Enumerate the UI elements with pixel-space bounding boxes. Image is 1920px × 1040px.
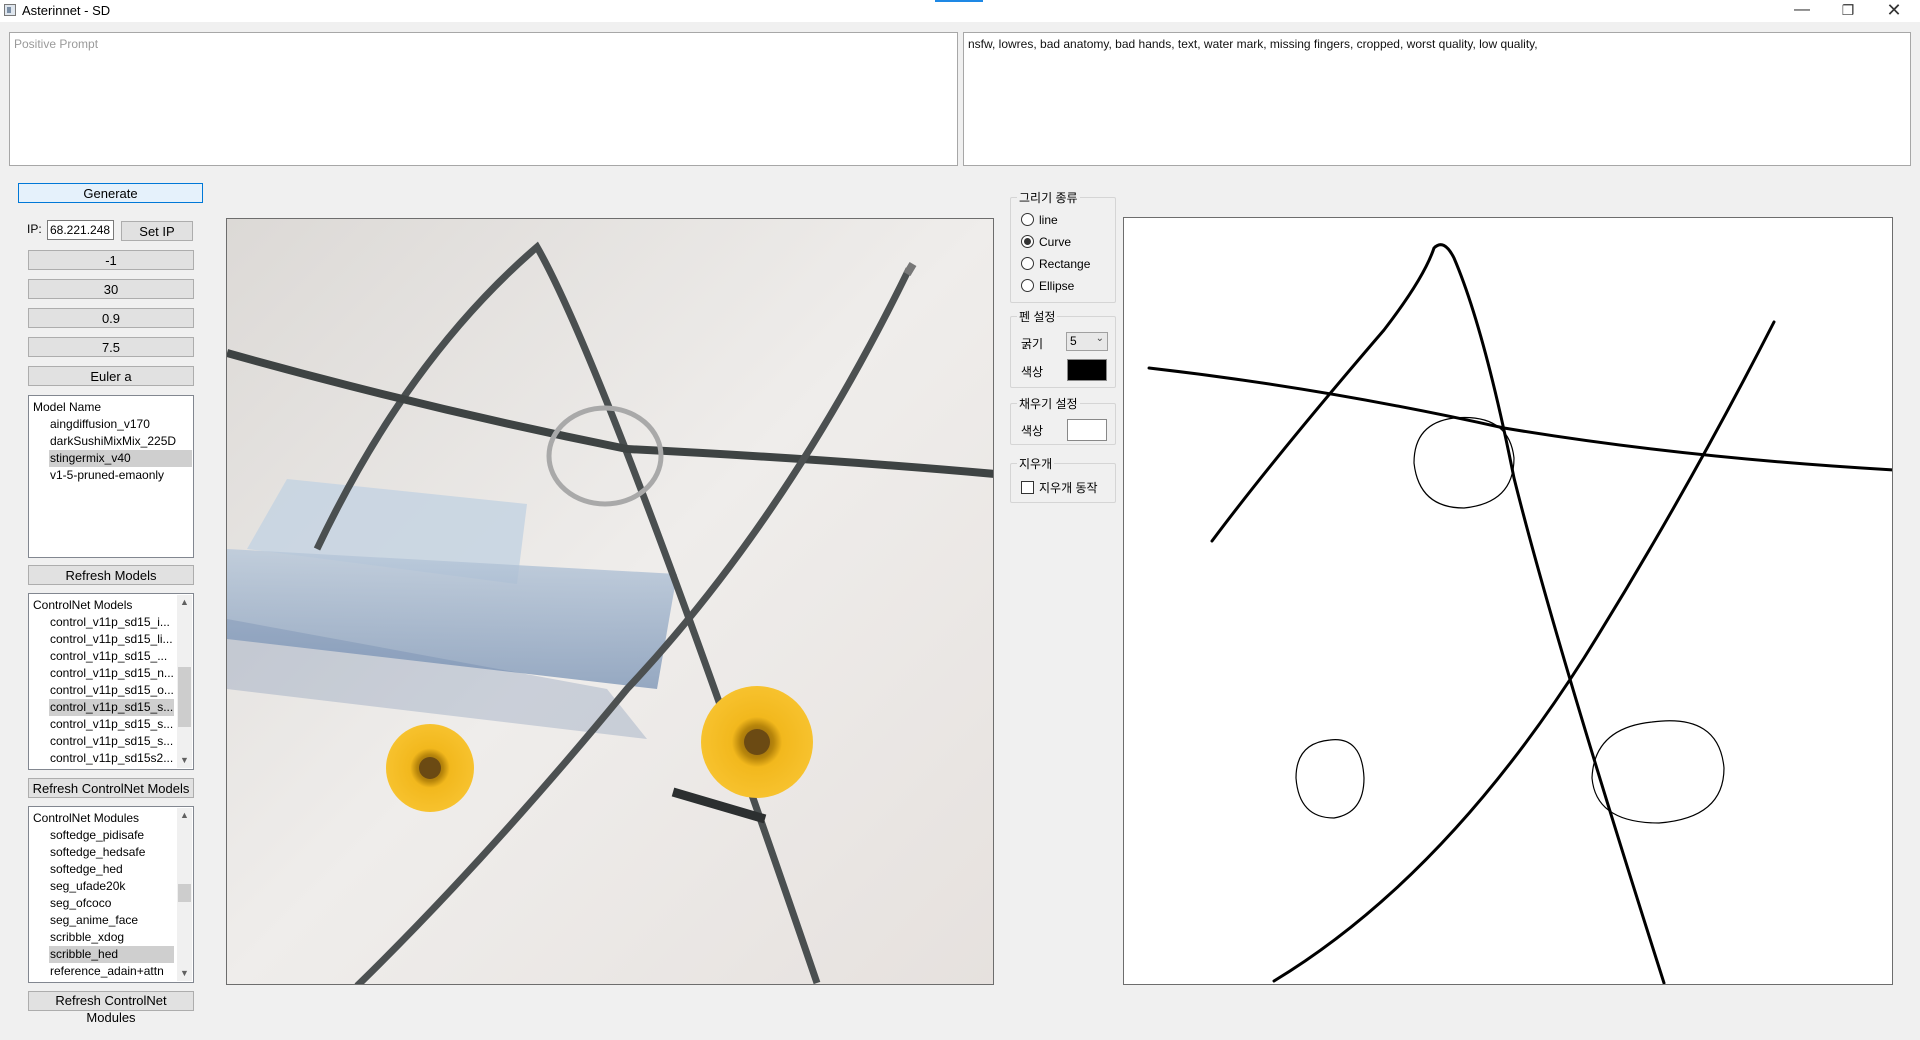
controlnet-models-scrollbar[interactable]: ▲ ▼ — [177, 595, 192, 768]
app-icon — [4, 4, 16, 16]
drawing-canvas[interactable] — [1123, 217, 1893, 985]
list-item[interactable]: seg_ufade20k — [50, 878, 174, 895]
positive-prompt-input[interactable] — [9, 32, 958, 166]
pen-size-value: 5 — [1070, 334, 1077, 348]
cfg-field[interactable]: 7.5 — [28, 337, 194, 357]
list-item[interactable]: aingdiffusion_v170 — [50, 416, 150, 433]
negative-prompt-input[interactable] — [963, 32, 1911, 166]
controlnet-models-list[interactable]: ControlNet Models control_v11p_sd15_i...… — [28, 593, 194, 770]
controlnet-modules-scrollbar[interactable]: ▲ ▼ — [177, 808, 192, 981]
list-item[interactable]: scribble_xdog — [50, 929, 174, 946]
scroll-down-icon[interactable]: ▼ — [177, 966, 192, 981]
fill-settings-title: 채우기 설정 — [1017, 395, 1080, 412]
list-item[interactable]: control_v11p_sd15_o... — [50, 682, 174, 699]
generated-image — [226, 218, 994, 985]
sampler-field[interactable]: Euler a — [28, 366, 194, 386]
radio-rectangle[interactable]: Rectange — [1021, 257, 1090, 271]
title-bar: Asterinnet - SD — ❐ ✕ — [0, 0, 1920, 22]
controlnet-modules-list[interactable]: ControlNet Modules softedge_pidisafe sof… — [28, 806, 194, 983]
set-ip-button[interactable]: Set IP — [121, 221, 193, 241]
list-item[interactable]: control_v11p_sd15_... — [50, 648, 174, 665]
radio-icon[interactable] — [1021, 279, 1034, 292]
scroll-up-icon[interactable]: ▲ — [177, 595, 192, 610]
model-list[interactable]: Model Name aingdiffusion_v170 darkSushiM… — [28, 395, 194, 558]
pen-color-swatch[interactable] — [1067, 359, 1107, 381]
radio-icon[interactable] — [1021, 257, 1034, 270]
list-item[interactable]: softedge_pidisafe — [50, 827, 174, 844]
list-item[interactable]: control_v11p_sd15_n... — [50, 665, 174, 682]
pen-size-dropdown[interactable]: 5 ⌄ — [1066, 332, 1108, 351]
refresh-controlnet-models-button[interactable]: Refresh ControlNet Models — [28, 778, 194, 798]
list-item[interactable]: control_v11p_sd15s2... — [50, 750, 174, 767]
eraser-title: 지우개 — [1017, 455, 1055, 472]
ip-input[interactable] — [47, 220, 114, 240]
list-item[interactable]: control_v11p_sd15_s... — [50, 733, 174, 750]
steps-field[interactable]: 30 — [28, 279, 194, 299]
list-item[interactable]: v1-5-pruned-emaonly — [50, 467, 164, 484]
radio-selected-icon[interactable] — [1021, 235, 1034, 248]
generate-button[interactable]: Generate — [18, 183, 203, 203]
list-item[interactable]: control_v11p_sd15_li... — [50, 631, 174, 648]
model-list-header: Model Name — [33, 400, 102, 414]
scroll-thumb[interactable] — [178, 884, 191, 902]
pen-size-label: 굵기 — [1021, 337, 1044, 351]
chevron-down-icon[interactable]: ⌄ — [1096, 333, 1104, 344]
scroll-up-icon[interactable]: ▲ — [177, 808, 192, 823]
radio-label: Ellipse — [1039, 279, 1075, 293]
maximize-button[interactable]: ❐ — [1826, 0, 1870, 22]
pen-color-label: 색상 — [1021, 365, 1044, 379]
controlnet-modules-header: ControlNet Modules — [33, 811, 140, 825]
list-item-selected[interactable]: control_v11p_sd15_s... — [49, 699, 174, 716]
list-item[interactable]: seg_anime_face — [50, 912, 174, 929]
list-item[interactable]: softedge_hedsafe — [50, 844, 174, 861]
radio-label: Curve — [1039, 235, 1072, 249]
list-item[interactable]: control_v11p_sd15_i... — [50, 614, 174, 631]
scroll-down-icon[interactable]: ▼ — [177, 753, 192, 768]
list-item[interactable]: reference_adain+attn — [50, 963, 174, 980]
radio-line[interactable]: line — [1021, 213, 1058, 227]
radio-label: Rectange — [1039, 257, 1091, 271]
pen-settings-title: 펜 설정 — [1017, 308, 1058, 325]
list-item-selected[interactable]: scribble_hed — [49, 946, 174, 963]
refresh-models-button[interactable]: Refresh Models — [28, 565, 194, 585]
draw-type-group: 그리기 종류 line Curve Rectange Ellipse — [1010, 189, 1116, 303]
window-title: Asterinnet - SD — [22, 3, 111, 18]
refresh-controlnet-modules-button[interactable]: Refresh ControlNet Modules — [28, 991, 194, 1025]
controlnet-models-header: ControlNet Models — [33, 598, 133, 612]
list-item[interactable]: softedge_hed — [50, 861, 174, 878]
radio-label: line — [1039, 213, 1058, 227]
eraser-toggle[interactable]: 지우개 동작 — [1021, 479, 1098, 496]
radio-ellipse[interactable]: Ellipse — [1021, 279, 1074, 293]
fill-color-swatch[interactable] — [1067, 419, 1107, 441]
radio-curve[interactable]: Curve — [1021, 235, 1071, 249]
list-item[interactable]: control_v11p_sd15_s... — [50, 716, 174, 733]
denoise-field[interactable]: 0.9 — [28, 308, 194, 328]
list-item-selected[interactable]: stingermix_v40 — [49, 450, 192, 467]
minimize-button[interactable]: — — [1780, 0, 1824, 22]
checkbox-icon[interactable] — [1021, 481, 1034, 494]
close-button[interactable]: ✕ — [1872, 0, 1916, 22]
list-item[interactable]: seg_ofcoco — [50, 895, 174, 912]
seed-field[interactable]: -1 — [28, 250, 194, 270]
radio-icon[interactable] — [1021, 213, 1034, 226]
draw-type-title: 그리기 종류 — [1017, 189, 1080, 206]
eraser-checkbox-label: 지우개 동작 — [1039, 481, 1098, 495]
taskbar-indicator — [935, 0, 983, 2]
fill-color-label: 색상 — [1021, 424, 1044, 438]
eraser-group: 지우개 지우개 동작 — [1010, 455, 1116, 503]
list-item[interactable]: darkSushiMixMix_225D — [50, 433, 176, 450]
ip-label: IP: — [27, 222, 42, 236]
scroll-thumb[interactable] — [178, 667, 191, 727]
